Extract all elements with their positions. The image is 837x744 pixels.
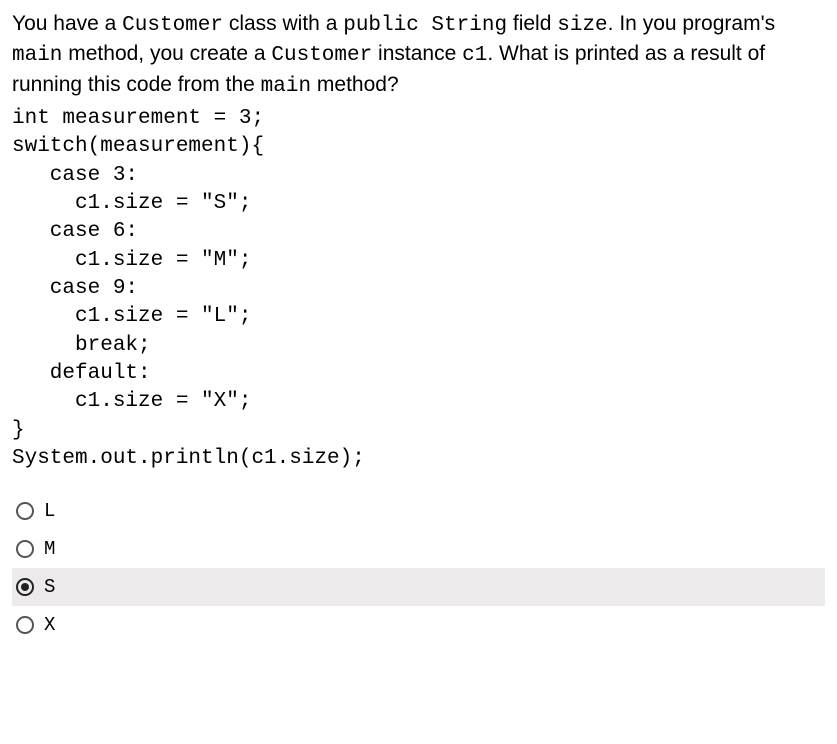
question-part: public String: [343, 14, 507, 37]
option-row-s[interactable]: S: [12, 568, 825, 606]
question-text: You have a Customer class with a public …: [12, 10, 825, 101]
question-part: method?: [311, 73, 399, 96]
question-part: method, you create a: [62, 42, 271, 65]
option-label: M: [44, 538, 55, 560]
radio-icon[interactable]: [16, 540, 34, 558]
question-part: size: [557, 14, 607, 37]
question-part: You have a: [12, 12, 122, 35]
code-block: int measurement = 3; switch(measurement)…: [12, 105, 825, 473]
option-label: S: [44, 576, 55, 598]
option-row-x[interactable]: X: [12, 606, 825, 644]
question-part: class with a: [223, 12, 343, 35]
question-part: c1: [462, 44, 487, 67]
question-part: Customer: [122, 14, 223, 37]
radio-icon[interactable]: [16, 502, 34, 520]
radio-icon[interactable]: [16, 616, 34, 634]
options-container: LMSX: [12, 492, 825, 644]
question-part: main: [261, 75, 311, 98]
question-part: main: [12, 44, 62, 67]
option-label: X: [44, 614, 55, 636]
question-part: instance: [372, 42, 462, 65]
question-part: field: [507, 12, 557, 35]
question-part: Customer: [271, 44, 372, 67]
question-part: . In you program's: [608, 12, 775, 35]
option-row-l[interactable]: L: [12, 492, 825, 530]
option-label: L: [44, 500, 55, 522]
radio-icon[interactable]: [16, 578, 34, 596]
option-row-m[interactable]: M: [12, 530, 825, 568]
